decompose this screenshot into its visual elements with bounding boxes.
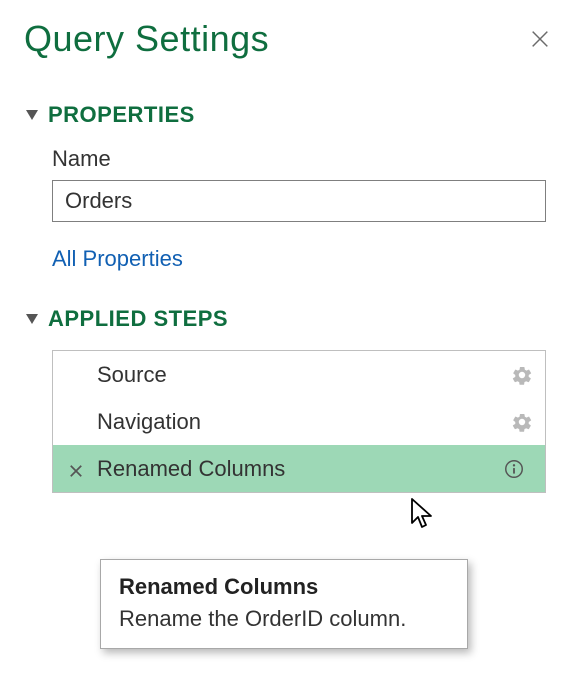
step-label: Navigation [97,409,511,435]
properties-section: PROPERTIES Name All Properties [24,102,553,272]
tooltip-description: Rename the OrderID column. [119,606,449,632]
all-properties-link[interactable]: All Properties [52,246,183,272]
step-source[interactable]: Source [53,351,545,398]
name-field-label: Name [52,146,553,172]
properties-section-header[interactable]: PROPERTIES [24,102,553,128]
properties-heading: PROPERTIES [48,102,195,128]
close-button[interactable] [527,26,553,52]
cursor-icon [409,497,437,531]
step-renamed-columns[interactable]: Renamed Columns [53,445,545,492]
gear-icon[interactable] [511,411,533,433]
delete-step-icon[interactable] [67,460,85,478]
panel-header: Query Settings [24,18,553,60]
applied-steps-list: Source Navigation Renamed Columns [52,350,546,493]
close-icon [529,28,551,50]
step-tooltip: Renamed Columns Rename the OrderID colum… [100,559,468,649]
name-input[interactable] [52,180,546,222]
applied-steps-section-header[interactable]: APPLIED STEPS [24,306,553,332]
applied-steps-section: APPLIED STEPS Source Navigation Renamed … [24,306,553,493]
tooltip-title: Renamed Columns [119,574,449,600]
step-label: Renamed Columns [97,456,503,482]
step-navigation[interactable]: Navigation [53,398,545,445]
panel-title: Query Settings [24,18,269,60]
applied-steps-heading: APPLIED STEPS [48,306,228,332]
step-label: Source [97,362,511,388]
caret-down-icon [26,110,38,120]
caret-down-icon [26,314,38,324]
gear-icon[interactable] [511,364,533,386]
info-icon[interactable] [503,458,525,480]
